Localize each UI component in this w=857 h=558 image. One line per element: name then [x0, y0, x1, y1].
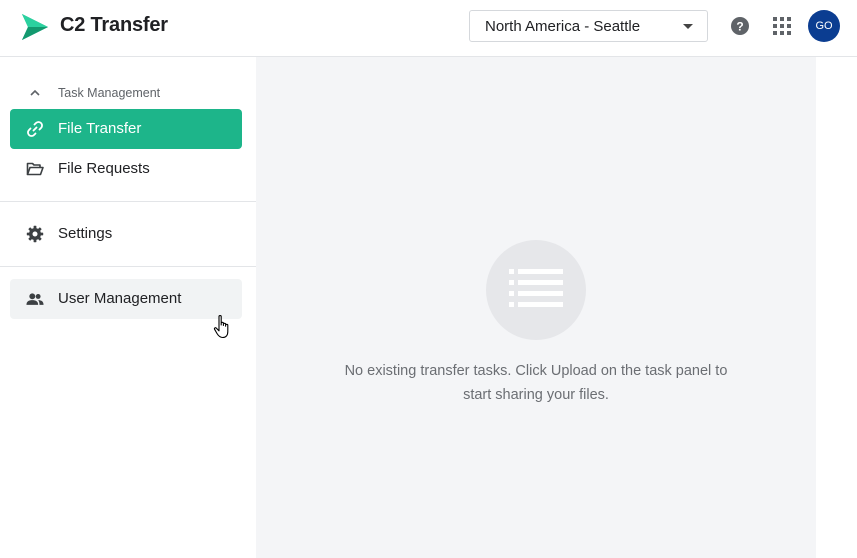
folder-open-icon — [26, 162, 44, 176]
grid-icon[interactable] — [773, 17, 791, 35]
sidebar-item-label: File Transfer — [58, 120, 142, 137]
help-circle-icon[interactable]: ? — [730, 16, 750, 36]
top-bar: C2 Transfer North America - Seattle ? GO — [0, 0, 857, 57]
chevron-up-icon — [30, 89, 40, 96]
region-select[interactable]: North America - Seattle — [469, 10, 708, 42]
logo-icon — [22, 14, 48, 40]
empty-state-line: No existing transfer tasks. Click Upload… — [344, 363, 728, 379]
users-icon — [26, 293, 44, 305]
divider — [0, 201, 256, 202]
sidebar-item-file-requests[interactable]: File Requests — [10, 149, 242, 189]
sidebar-item-label: User Management — [58, 290, 182, 307]
region-select-value: North America - Seattle — [485, 18, 641, 35]
sidebar-item-user-management[interactable]: User Management — [10, 279, 242, 319]
app-title: C2 Transfer — [60, 14, 168, 36]
sidebar-item-label: Settings — [58, 225, 113, 242]
sidebar: Task Management File Transfer File Reque… — [0, 57, 256, 558]
main-content: No existing transfer tasks. Click Upload… — [256, 57, 816, 558]
chevron-down-icon — [683, 24, 693, 29]
svg-text:?: ? — [736, 20, 743, 34]
link-icon — [27, 121, 43, 137]
list-icon — [509, 269, 563, 307]
section-label: Task Management — [58, 86, 161, 100]
sidebar-item-file-transfer[interactable]: File Transfer — [10, 109, 242, 149]
section-task-management[interactable]: Task Management — [10, 79, 242, 107]
empty-state-message: No existing transfer tasks. Click Upload… — [316, 359, 756, 407]
empty-state-illustration — [486, 240, 586, 340]
avatar[interactable]: GO — [808, 10, 840, 42]
empty-state-line: start sharing your files. — [463, 387, 609, 403]
sidebar-item-label: File Requests — [58, 160, 150, 177]
sidebar-item-settings[interactable]: Settings — [10, 214, 242, 254]
divider — [0, 266, 256, 267]
gear-icon — [26, 225, 44, 243]
